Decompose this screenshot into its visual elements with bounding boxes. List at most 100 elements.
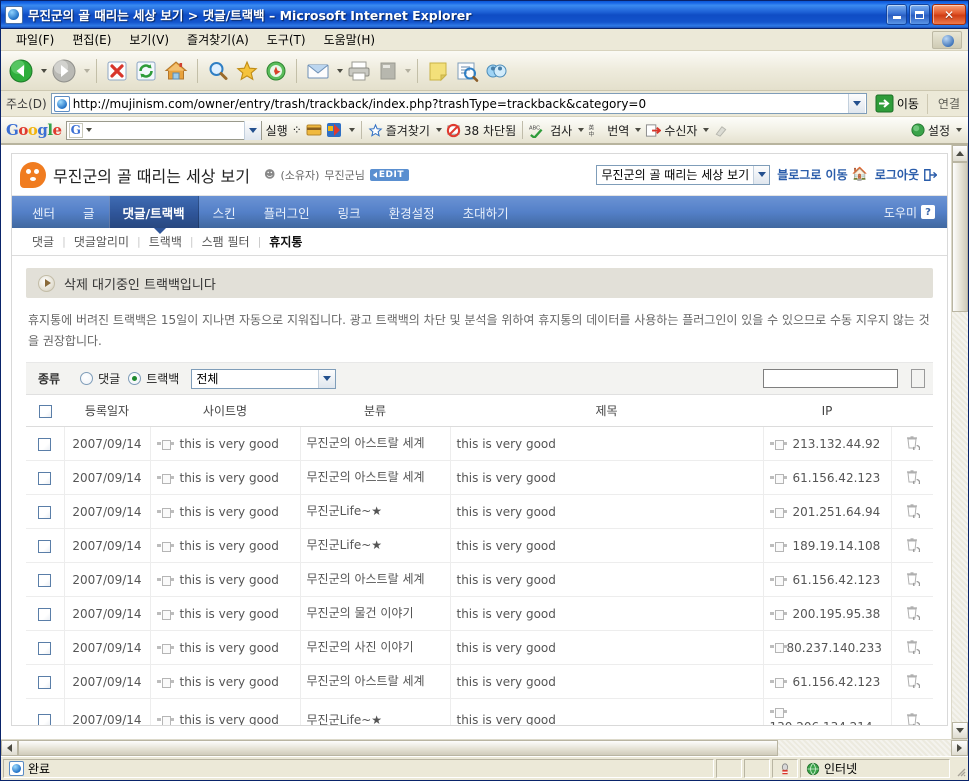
google-drag-handle[interactable]: ⁘: [292, 123, 302, 137]
row-title[interactable]: this is very good: [449, 460, 763, 495]
google-popup-blocker[interactable]: 38 차단됨: [446, 122, 516, 139]
page-vertical-scrollbar[interactable]: [951, 145, 968, 739]
scroll-right-button[interactable]: [951, 740, 968, 756]
table-row[interactable]: 2007/09/14 this is very good 무진군의 아스트랄 세…: [26, 460, 933, 495]
scroll-down-button[interactable]: [952, 722, 968, 739]
edit-badge[interactable]: EDIT: [369, 168, 409, 181]
goto-blog-link[interactable]: 블로그로 이동 🏠: [777, 166, 868, 183]
mail-dropdown-icon[interactable]: [337, 68, 343, 73]
row-checkbox[interactable]: [38, 471, 52, 485]
table-row[interactable]: 2007/09/14 this is very good 무진군의 아스트랄 세…: [26, 562, 933, 597]
row-checkbox[interactable]: [38, 641, 52, 655]
nav-posts[interactable]: 글: [69, 196, 109, 228]
select-all-checkbox[interactable]: [38, 404, 52, 418]
row-checkbox[interactable]: [38, 714, 52, 725]
nav-link[interactable]: 링크: [324, 196, 375, 228]
chevron-down-icon[interactable]: [318, 369, 336, 388]
nav-settings[interactable]: 환경설정: [375, 196, 449, 228]
table-row[interactable]: 2007/09/14 this is very good 무진군Life~★ t…: [26, 528, 933, 563]
print-icon[interactable]: [344, 55, 374, 87]
google-bookmarks-dropdown-icon[interactable]: [348, 128, 355, 132]
restore-trash-icon[interactable]: [904, 711, 921, 725]
row-title[interactable]: this is very good: [449, 664, 763, 699]
back-dropdown-icon[interactable]: [41, 68, 47, 73]
radio-trackback-icon[interactable]: [128, 372, 142, 385]
mail-icon[interactable]: [303, 55, 333, 87]
research-icon[interactable]: [453, 55, 481, 87]
menu-favorites[interactable]: 즐겨찾기(A): [178, 29, 258, 50]
google-search-input[interactable]: G: [65, 120, 262, 140]
history-icon[interactable]: [262, 55, 290, 87]
hscroll-track[interactable]: [18, 740, 951, 756]
google-search-dropdown-icon[interactable]: [85, 128, 92, 132]
table-row[interactable]: 2007/09/14 this is very good 무진군의 물건 이야기…: [26, 596, 933, 631]
logout-link[interactable]: 로그아웃: [875, 166, 937, 183]
row-checkbox[interactable]: [38, 539, 52, 553]
nav-skin[interactable]: 스킨: [199, 196, 250, 228]
table-row[interactable]: 2007/09/14 this is very good 무진군Life~★ t…: [26, 698, 933, 725]
restore-trash-icon[interactable]: [904, 536, 921, 555]
search-input[interactable]: [763, 369, 898, 388]
google-bookmarks-icon[interactable]: [326, 122, 342, 138]
row-title[interactable]: this is very good: [449, 630, 763, 665]
home-button[interactable]: [161, 55, 191, 87]
restore-trash-icon[interactable]: [904, 570, 921, 589]
category-select[interactable]: 전체: [191, 368, 337, 389]
address-dropdown-button[interactable]: [847, 94, 865, 113]
radio-comment-icon[interactable]: [80, 372, 94, 385]
radio-option-trackback[interactable]: 트랙백: [128, 370, 179, 387]
subnav-trash[interactable]: 휴지통: [261, 233, 310, 250]
menu-help[interactable]: 도움말(H): [315, 29, 385, 50]
page-horizontal-scrollbar[interactable]: [1, 739, 968, 756]
restore-trash-icon[interactable]: [904, 638, 921, 657]
row-checkbox[interactable]: [38, 573, 52, 587]
scroll-up-button[interactable]: [952, 145, 968, 162]
scroll-left-button[interactable]: [1, 740, 18, 756]
nav-comments-trackback[interactable]: 댓글/트랙백: [108, 196, 199, 228]
row-title[interactable]: this is very good: [449, 562, 763, 597]
scroll-track[interactable]: [952, 162, 968, 722]
table-row[interactable]: 2007/09/14 this is very good 무진군의 아스트랄 세…: [26, 664, 933, 699]
search-submit-button[interactable]: [911, 369, 925, 388]
table-row[interactable]: 2007/09/14 this is very good 무진군의 사진 이야기…: [26, 630, 933, 665]
messenger-icon[interactable]: [482, 55, 512, 87]
address-input[interactable]: http://mujinism.com/owner/entry/trash/tr…: [50, 93, 867, 114]
maximize-button[interactable]: [909, 4, 930, 25]
row-checkbox[interactable]: [38, 675, 52, 689]
row-title[interactable]: this is very good: [449, 698, 763, 725]
row-title[interactable]: this is very good: [449, 426, 763, 461]
row-title[interactable]: this is very good: [449, 528, 763, 563]
restore-trash-icon[interactable]: [904, 434, 921, 453]
close-button[interactable]: ✕: [932, 4, 966, 25]
nav-invite[interactable]: 초대하기: [449, 196, 523, 228]
radio-option-comment[interactable]: 댓글: [80, 370, 120, 387]
restore-trash-icon[interactable]: [904, 502, 921, 521]
google-favorites-button[interactable]: 즐겨찾기: [368, 122, 442, 139]
google-autofill-button[interactable]: 수신자: [645, 122, 710, 139]
google-settings-button[interactable]: 설정: [911, 122, 962, 139]
row-checkbox[interactable]: [38, 607, 52, 621]
chevron-down-icon[interactable]: [753, 165, 770, 184]
note-icon[interactable]: [424, 55, 452, 87]
table-row[interactable]: 2007/09/14 this is very good 무진군의 아스트랄 세…: [26, 426, 933, 461]
restore-trash-icon[interactable]: [904, 604, 921, 623]
links-button[interactable]: 연결: [932, 95, 966, 112]
go-button[interactable]: 이동: [871, 93, 923, 114]
google-history-dropdown[interactable]: [243, 120, 261, 140]
blog-selector[interactable]: 무진군의 골 때리는 세상 보기: [596, 164, 771, 185]
back-button[interactable]: [5, 55, 37, 87]
subnav-spam-filter[interactable]: 스팸 필터: [194, 233, 258, 250]
scroll-thumb[interactable]: [952, 162, 968, 312]
row-checkbox[interactable]: [38, 505, 52, 519]
subnav-trackback[interactable]: 트랙백: [141, 233, 190, 250]
google-run-button[interactable]: 실행: [266, 122, 288, 139]
subnav-comments[interactable]: 댓글: [24, 233, 62, 250]
resize-grip-icon[interactable]: [952, 759, 968, 778]
search-icon[interactable]: [204, 55, 232, 87]
stop-button[interactable]: [103, 55, 131, 87]
nav-plugin[interactable]: 플러그인: [250, 196, 324, 228]
google-translate-button[interactable]: 英中 번역: [588, 122, 642, 139]
menu-file[interactable]: 파일(F): [7, 29, 63, 50]
row-checkbox[interactable]: [38, 437, 52, 451]
favorites-star-icon[interactable]: [233, 55, 261, 87]
